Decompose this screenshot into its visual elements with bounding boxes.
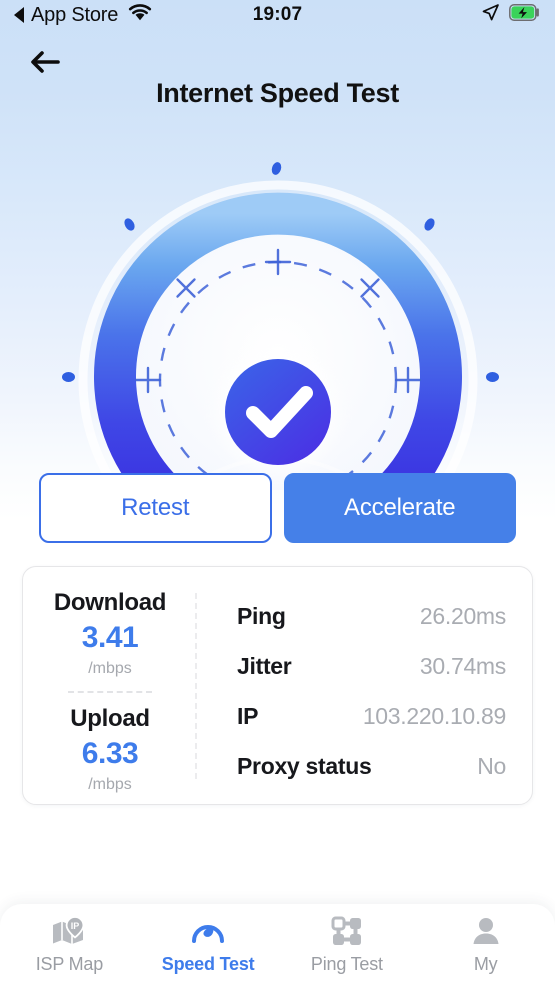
- upload-unit: /mbps: [88, 776, 132, 793]
- metric-key: IP: [237, 702, 259, 729]
- network-nodes-icon: [331, 915, 363, 947]
- metric-row-proxy-status: Proxy status No: [237, 741, 506, 791]
- download-unit: /mbps: [88, 660, 132, 677]
- metric-value: 30.74ms: [419, 652, 506, 679]
- download-value: 3.41: [81, 621, 139, 654]
- tab-speed-test[interactable]: Speed Test: [139, 915, 278, 975]
- metric-key: Ping: [237, 602, 286, 629]
- tab-isp-map[interactable]: IP ISP Map: [0, 915, 139, 975]
- svg-text:IP: IP: [71, 921, 80, 931]
- metric-row-ip: IP 103.220.10.89: [237, 691, 506, 741]
- retest-button[interactable]: Retest: [39, 473, 272, 543]
- upload-label: Upload: [70, 705, 150, 732]
- user-icon: [471, 915, 501, 947]
- tab-label: My: [473, 954, 498, 974]
- download-block: Download 3.41 /mbps: [53, 589, 167, 678]
- download-label: Download: [53, 589, 167, 616]
- map-ip-icon: IP: [51, 915, 87, 947]
- column-divider: [195, 593, 197, 779]
- arrow-left-icon: [28, 48, 62, 81]
- speed-column: Download 3.41 /mbps Upload 6.33 /mbps: [23, 567, 197, 804]
- metric-key: Proxy status: [237, 752, 372, 779]
- speed-divider: [68, 691, 152, 693]
- tab-ping-test[interactable]: Ping Test: [278, 915, 417, 975]
- tab-label: Ping Test: [310, 954, 383, 974]
- action-buttons: Retest Accelerate: [39, 473, 516, 543]
- metric-value: 26.20ms: [419, 602, 506, 629]
- navigation-bar: Internet Speed Test: [0, 34, 555, 108]
- upload-value: 6.33: [81, 737, 139, 770]
- tab-my[interactable]: My: [416, 915, 555, 975]
- upload-block: Upload 6.33 /mbps: [70, 705, 150, 794]
- bottom-tab-bar: IP ISP Map Speed Test Ping Test My: [0, 904, 555, 988]
- accelerate-button[interactable]: Accelerate: [283, 473, 516, 543]
- metric-key: Jitter: [237, 652, 292, 679]
- metrics-column: Ping 26.20ms Jitter 30.74ms IP 103.220.1…: [197, 567, 532, 804]
- metric-value: No: [477, 752, 506, 779]
- location-arrow-icon: [481, 3, 500, 28]
- metric-value: 103.220.10.89: [362, 702, 506, 729]
- app-screen: App Store 19:07 Internet Speed Test Rete…: [0, 0, 555, 988]
- results-card: Download 3.41 /mbps Upload 6.33 /mbps Pi…: [22, 566, 533, 805]
- speedometer-icon: [191, 915, 225, 947]
- gauge-graphic: [78, 180, 478, 490]
- metric-row-jitter: Jitter 30.74ms: [237, 641, 506, 691]
- status-bar-clock: 19:07: [252, 4, 303, 25]
- metric-row-ping: Ping 26.20ms: [237, 591, 506, 641]
- tab-label: ISP Map: [35, 954, 104, 974]
- tab-label: Speed Test: [161, 954, 255, 974]
- status-bar: App Store 19:07: [0, 0, 555, 30]
- page-title: Internet Speed Test: [156, 78, 399, 108]
- speed-gauge: [0, 150, 555, 490]
- battery-charging-icon: [509, 3, 541, 27]
